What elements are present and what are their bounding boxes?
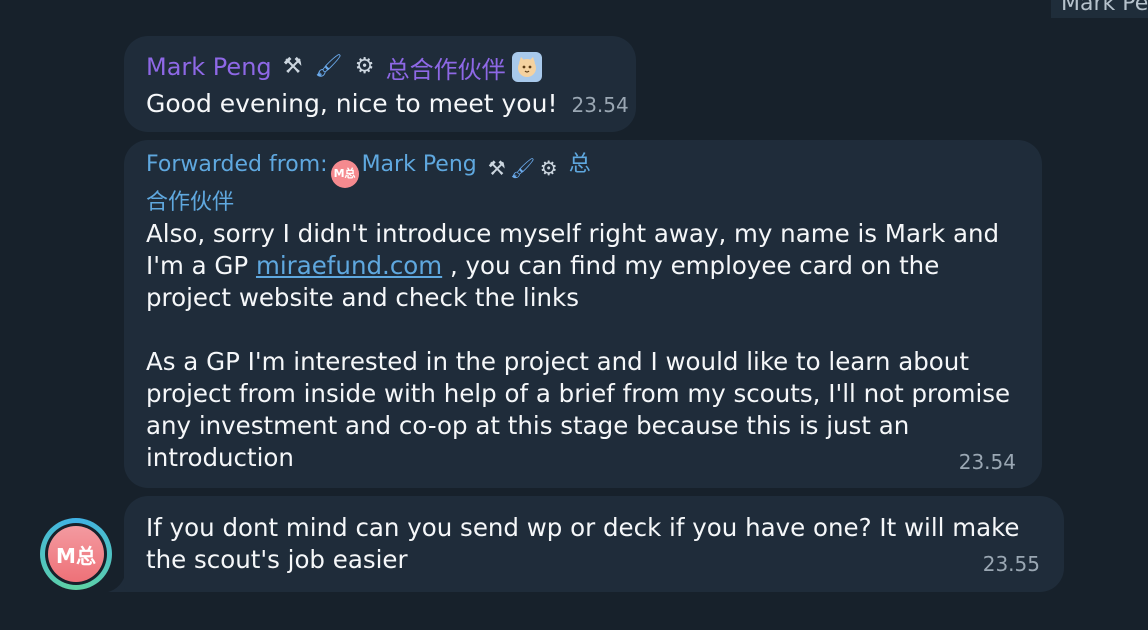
forwarded-avatar: M总 [330,160,359,188]
message-text: Good evening, nice to meet you! [146,89,558,118]
top-sender-label: Mark Pe [1051,0,1148,18]
message-sender: Mark Peng ⚒ 🖌 ⚙ 总合作伙伴 [146,50,542,84]
message-bubble[interactable]: If you dont mind can you send wp or deck… [124,496,1064,592]
paintbrush-icon: 🖌 [510,156,536,180]
gear-icon: ⚙ [354,54,375,79]
forwarded-header[interactable]: Forwarded from: M总 Mark Peng ⚒ 🖌 ⚙ 总 合作伙伴 [146,150,686,218]
hammer-wrench-icon: ⚒ [282,54,303,79]
message-paragraph: As a GP I'm interested in the project an… [146,347,1011,472]
forwarded-label: Forwarded from: [146,152,328,177]
paintbrush-icon: 🖌 [314,54,343,79]
message-text: If you dont mind can you send wp or deck… [146,513,1020,574]
sender-avatar[interactable]: M总 [40,518,112,590]
message-body: Also, sorry I didn't introduce myself ri… [146,218,1026,506]
message-paragraph: Also, sorry I didn't introduce myself ri… [146,218,1026,314]
website-link[interactable]: miraefund.com [256,251,442,280]
forwarded-name[interactable]: Mark Peng [362,152,477,177]
forwarded-message-bubble[interactable]: Forwarded from: M总 Mark Peng ⚒ 🖌 ⚙ 总 合作伙伴 Al… [124,140,1042,488]
message-text-row: Good evening, nice to meet you! 23.54 [146,88,629,121]
sender-name[interactable]: Mark Peng [146,53,272,81]
message-time: 23.54 [958,450,1016,474]
message-time: 23.54 [571,93,629,117]
gear-icon: ⚙ [539,156,558,180]
sender-title: 总合作伙伴 [385,55,506,84]
avatar-initials: M总 [48,526,104,582]
cat-sticker-icon [511,52,542,82]
forwarded-title-b: 合作伙伴 [146,190,235,215]
hammer-wrench-icon: ⚒ [487,156,506,180]
message-time: 23.55 [982,552,1040,576]
message-bubble[interactable]: Mark Peng ⚒ 🖌 ⚙ 总合作伙伴 Good evening, nice… [124,36,636,132]
chat-window: Mark Pe Mark Peng ⚒ 🖌 ⚙ 总合作伙伴 Good eveni… [0,0,1148,630]
forwarded-title-a: 总 [568,152,591,177]
avatar-ring: M总 [45,523,107,585]
